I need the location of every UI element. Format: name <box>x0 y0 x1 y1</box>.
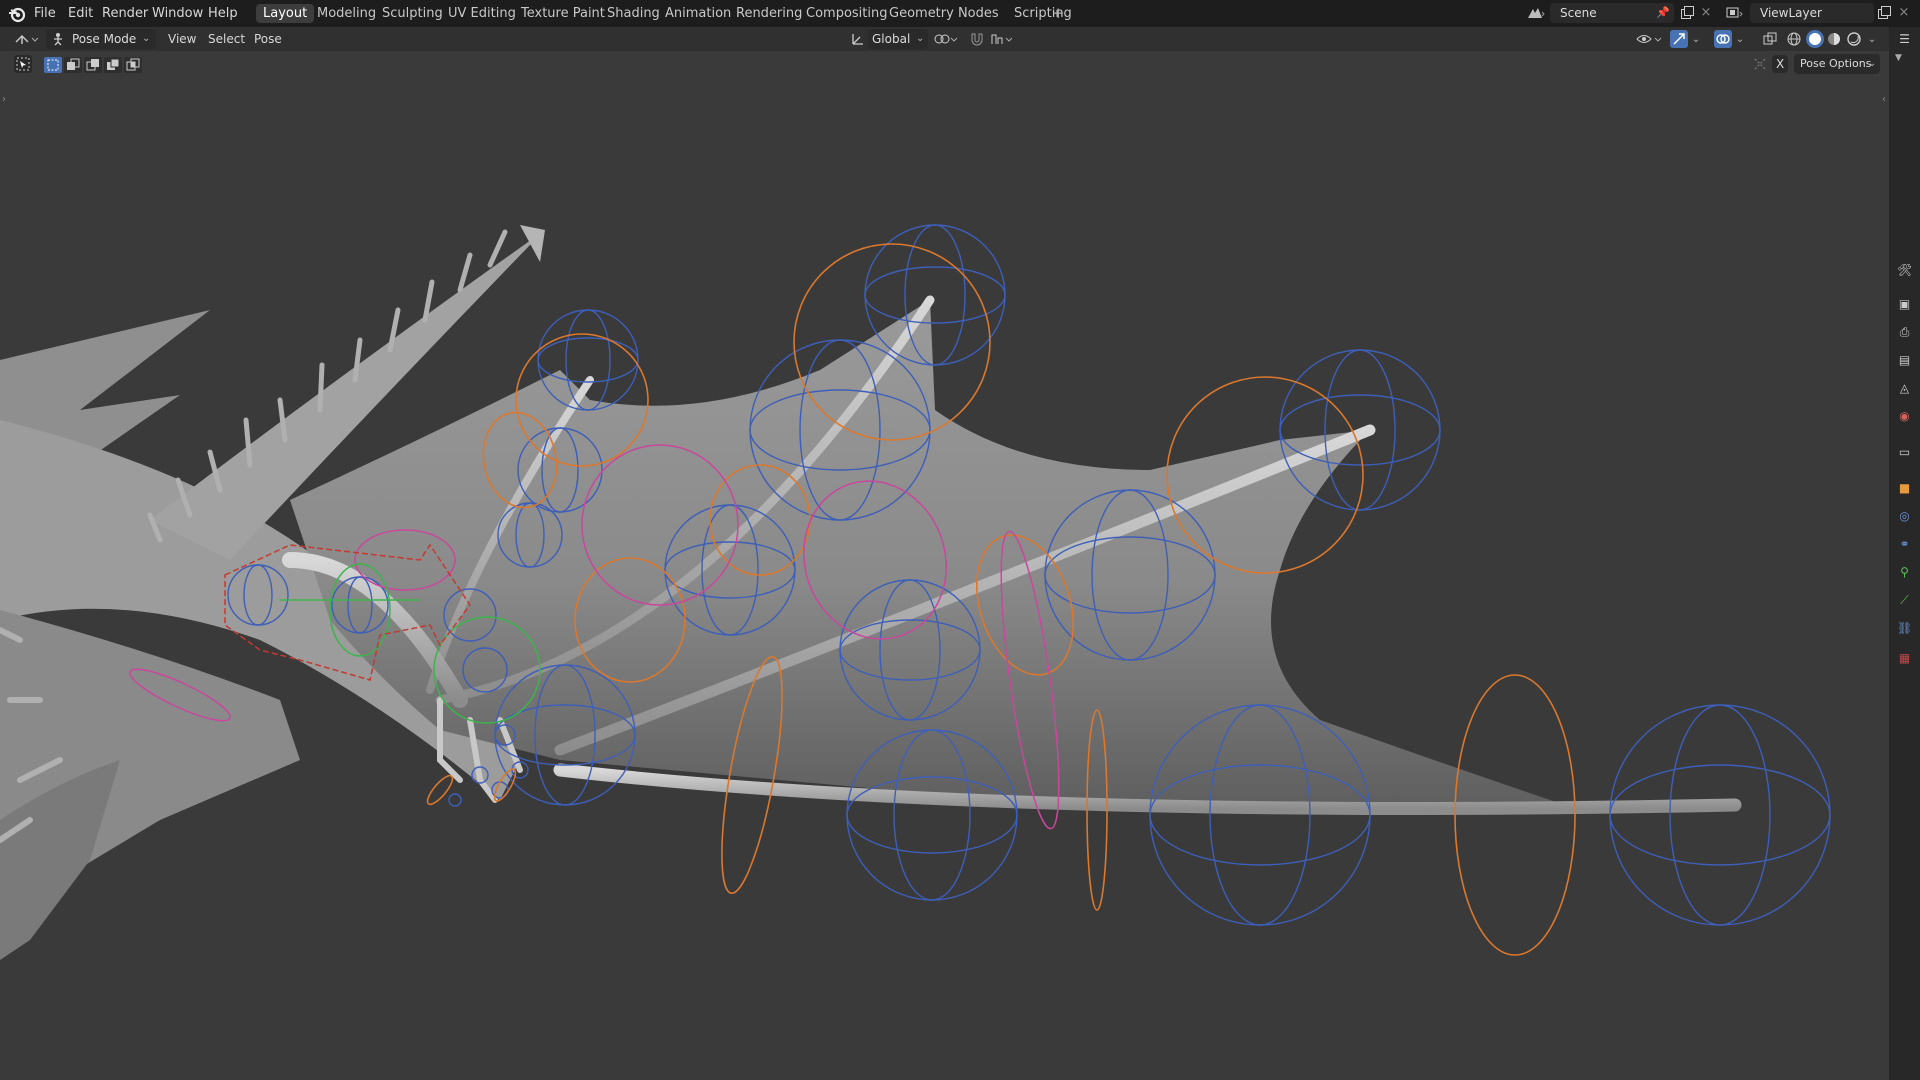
snap-magnet-icon[interactable] <box>968 32 986 50</box>
menu-window[interactable]: Window <box>152 4 203 23</box>
collection-tab-icon[interactable]: ▭ <box>1897 445 1912 460</box>
rendered-shading-icon[interactable] <box>1846 31 1862 51</box>
bone-tab-icon[interactable]: ⟋ <box>1897 593 1912 608</box>
world-tab-icon[interactable]: ◉ <box>1897 409 1912 424</box>
shading-options-icon[interactable]: ⌄ <box>1866 32 1878 47</box>
eye-icon[interactable] <box>1636 32 1664 50</box>
transform-orientation-dropdown[interactable]: Global ⌄ <box>868 29 928 49</box>
mode-label: Pose Mode <box>72 32 137 46</box>
tab-texture-paint[interactable]: Texture Paint <box>514 4 612 23</box>
menu-edit[interactable]: Edit <box>68 4 93 23</box>
new-scene-icon[interactable] <box>1679 6 1695 24</box>
mode-selector[interactable]: Pose Mode ⌄ <box>46 29 156 49</box>
view-layer-name: ViewLayer <box>1760 6 1822 20</box>
object-tab-icon[interactable]: ■ <box>1897 481 1912 496</box>
add-workspace-button[interactable]: + <box>1052 4 1065 23</box>
delete-view-layer-icon[interactable]: × <box>1897 6 1911 20</box>
dragon-wing-render <box>0 224 1831 960</box>
gizmo-options-icon[interactable]: ⌄ <box>1690 32 1702 47</box>
bone-constraints-tab-icon[interactable]: ⛓ <box>1897 621 1912 636</box>
material-shading-icon[interactable] <box>1826 31 1842 51</box>
transform-orientation-icon[interactable] <box>850 32 866 50</box>
armature-pose-icon <box>50 32 66 50</box>
render-tab-icon[interactable]: ▣ <box>1897 297 1912 312</box>
transform-orientation-label: Global <box>872 32 911 46</box>
tab-uv-editing[interactable]: UV Editing <box>441 4 523 23</box>
output-tab-icon[interactable]: ⎙ <box>1897 325 1912 340</box>
constraints-tab-icon[interactable]: ⚭ <box>1897 537 1912 552</box>
scene-icon[interactable] <box>1526 6 1546 24</box>
tab-layout[interactable]: Layout <box>256 4 315 23</box>
new-view-layer-icon[interactable] <box>1876 6 1892 24</box>
delete-scene-icon[interactable]: × <box>1699 6 1713 20</box>
tab-geometry-nodes[interactable]: Geometry Nodes <box>882 4 1006 23</box>
menu-file[interactable]: File <box>34 4 56 23</box>
blender-logo-icon[interactable] <box>8 5 26 23</box>
overlay-options-icon[interactable]: ⌄ <box>1734 32 1746 47</box>
view-layer-field[interactable]: ViewLayer <box>1750 3 1874 23</box>
tab-modeling[interactable]: Modeling <box>310 4 383 23</box>
tab-animation[interactable]: Animation <box>658 4 738 23</box>
properties-tab-strip: ☰ ▼ 🛠 ▣ ⎙ ▤ ◬ ◉ ▭ ■ ◎ ⚭ ⚲ ⟋ ⛓ ▦ <box>1889 27 1920 1080</box>
viewport-header: Pose Mode ⌄ View Select Pose Global ⌄ ⌄ … <box>0 27 1889 51</box>
view-layer-tab-icon[interactable]: ▤ <box>1897 353 1912 368</box>
scene-name: Scene <box>1560 6 1597 20</box>
menu-render[interactable]: Render <box>102 4 148 23</box>
proportional-edit-icon[interactable] <box>990 32 1016 50</box>
3d-viewport[interactable]: X Pose Options ⌄ › ‹ <box>0 51 1889 1080</box>
wireframe-shading-icon[interactable] <box>1786 31 1802 51</box>
pin-icon[interactable]: 📌 <box>1656 6 1670 20</box>
texture-tab-icon[interactable]: ▦ <box>1897 651 1912 666</box>
tab-rendering[interactable]: Rendering <box>729 4 809 23</box>
tool-tab-icon[interactable]: 🛠 <box>1897 263 1912 278</box>
overlay-toggle[interactable] <box>1714 30 1732 48</box>
chevron-down-icon: ⌄ <box>916 33 925 44</box>
tab-compositing[interactable]: Compositing <box>799 4 895 23</box>
physics-tab-icon[interactable]: ◎ <box>1897 509 1912 524</box>
top-bar: File Edit Render Window Help Layout Mode… <box>0 0 1920 27</box>
tab-sculpting[interactable]: Sculpting <box>375 4 450 23</box>
solid-shading-icon[interactable] <box>1806 30 1824 48</box>
menu-select[interactable]: Select <box>208 30 245 49</box>
menu-view[interactable]: View <box>168 30 196 49</box>
view-layer-icon[interactable] <box>1726 6 1746 24</box>
tab-shading[interactable]: Shading <box>600 4 667 23</box>
scene-field[interactable]: Scene 📌 <box>1550 3 1674 23</box>
armature-data-tab-icon[interactable]: ⚲ <box>1897 565 1912 580</box>
outliner-toggle-icon[interactable]: ☰ <box>1897 32 1912 47</box>
3d-viewport-icon[interactable] <box>14 32 40 50</box>
gizmo-toggle[interactable] <box>1670 30 1688 48</box>
tab-scripting[interactable]: Scripting <box>1007 4 1079 23</box>
collapse-arrow-icon[interactable]: ▼ <box>1891 51 1906 66</box>
xray-icon[interactable] <box>1762 32 1778 50</box>
menu-help[interactable]: Help <box>208 4 238 23</box>
scene-tab-icon[interactable]: ◬ <box>1897 381 1912 396</box>
menu-pose[interactable]: Pose <box>254 30 282 49</box>
transform-pivot-icon[interactable] <box>934 32 960 50</box>
chevron-down-icon: ⌄ <box>142 33 151 44</box>
